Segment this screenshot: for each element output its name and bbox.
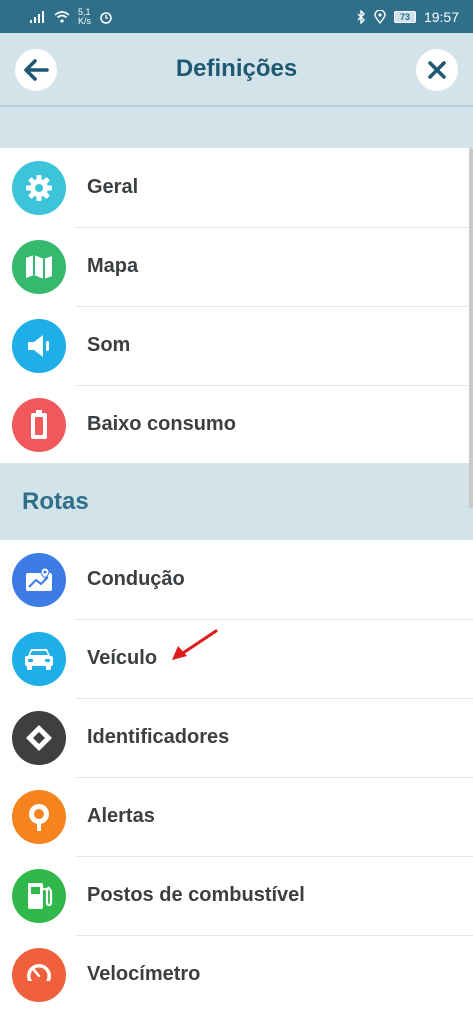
scrollbar[interactable] bbox=[469, 148, 473, 508]
page-title: Definições bbox=[175, 55, 298, 82]
settings-item-veiculo[interactable]: Veículo bbox=[0, 619, 473, 698]
fuel-pump-icon bbox=[12, 868, 66, 923]
section-title: Rotas bbox=[22, 487, 89, 515]
clock: 19:57 bbox=[423, 8, 459, 25]
close-button[interactable] bbox=[416, 49, 458, 91]
speedometer-icon bbox=[12, 947, 66, 1002]
status-bar: 5,1 K/s 73 19:57 bbox=[0, 0, 473, 33]
location-icon bbox=[374, 9, 386, 24]
map-icon bbox=[12, 239, 66, 294]
app-header: Definições bbox=[0, 33, 473, 107]
settings-item-identificadores[interactable]: Identificadores bbox=[0, 698, 473, 777]
wifi-icon bbox=[54, 10, 70, 23]
red-arrow-icon bbox=[172, 629, 218, 660]
network-speed: 5,1 K/s bbox=[78, 6, 92, 26]
car-icon bbox=[12, 631, 66, 686]
arrow-left-icon bbox=[24, 59, 49, 81]
settings-item-label: Condução bbox=[87, 568, 185, 590]
settings-item-label: Baixo consumo bbox=[87, 413, 236, 435]
settings-item-som[interactable]: Som bbox=[0, 306, 473, 385]
battery-icon bbox=[12, 397, 66, 452]
settings-item-label: Velocímetro bbox=[87, 963, 201, 985]
settings-item-conducao[interactable]: Condução bbox=[0, 540, 473, 619]
battery-indicator: 73 bbox=[393, 10, 416, 23]
diamond-icon bbox=[12, 710, 66, 765]
section-header-rotas: Rotas bbox=[0, 463, 473, 540]
signal-icon bbox=[30, 10, 44, 23]
general-settings-list: Geral Mapa Som Baixo consumo bbox=[0, 148, 473, 464]
routes-settings-list: Condução Veículo Identificadores Alertas… bbox=[0, 540, 473, 1014]
alarm-icon bbox=[100, 11, 112, 24]
back-button[interactable] bbox=[15, 49, 57, 91]
settings-item-geral[interactable]: Geral bbox=[0, 148, 473, 227]
settings-item-label: Geral bbox=[87, 176, 139, 198]
speaker-icon bbox=[12, 318, 66, 373]
settings-item-label: Postos de combustível bbox=[87, 884, 305, 906]
settings-item-label: Mapa bbox=[87, 255, 139, 277]
settings-item-baixo-consumo[interactable]: Baixo consumo bbox=[0, 385, 473, 464]
settings-item-alertas[interactable]: Alertas bbox=[0, 777, 473, 856]
close-icon bbox=[428, 61, 446, 79]
settings-item-label: Alertas bbox=[87, 805, 155, 827]
settings-item-label: Veículo bbox=[87, 647, 158, 669]
gear-icon bbox=[12, 160, 66, 215]
section-spacer bbox=[0, 107, 473, 148]
settings-item-label: Som bbox=[87, 334, 131, 356]
route-map-icon bbox=[12, 552, 66, 607]
settings-item-postos-de-combustivel[interactable]: Postos de combustível bbox=[0, 856, 473, 935]
bluetooth-icon bbox=[357, 9, 365, 24]
settings-item-velocimetro[interactable]: Velocímetro bbox=[0, 935, 473, 1014]
settings-item-mapa[interactable]: Mapa bbox=[0, 227, 473, 306]
settings-item-label: Identificadores bbox=[87, 726, 230, 748]
location-pin-icon bbox=[12, 789, 66, 844]
